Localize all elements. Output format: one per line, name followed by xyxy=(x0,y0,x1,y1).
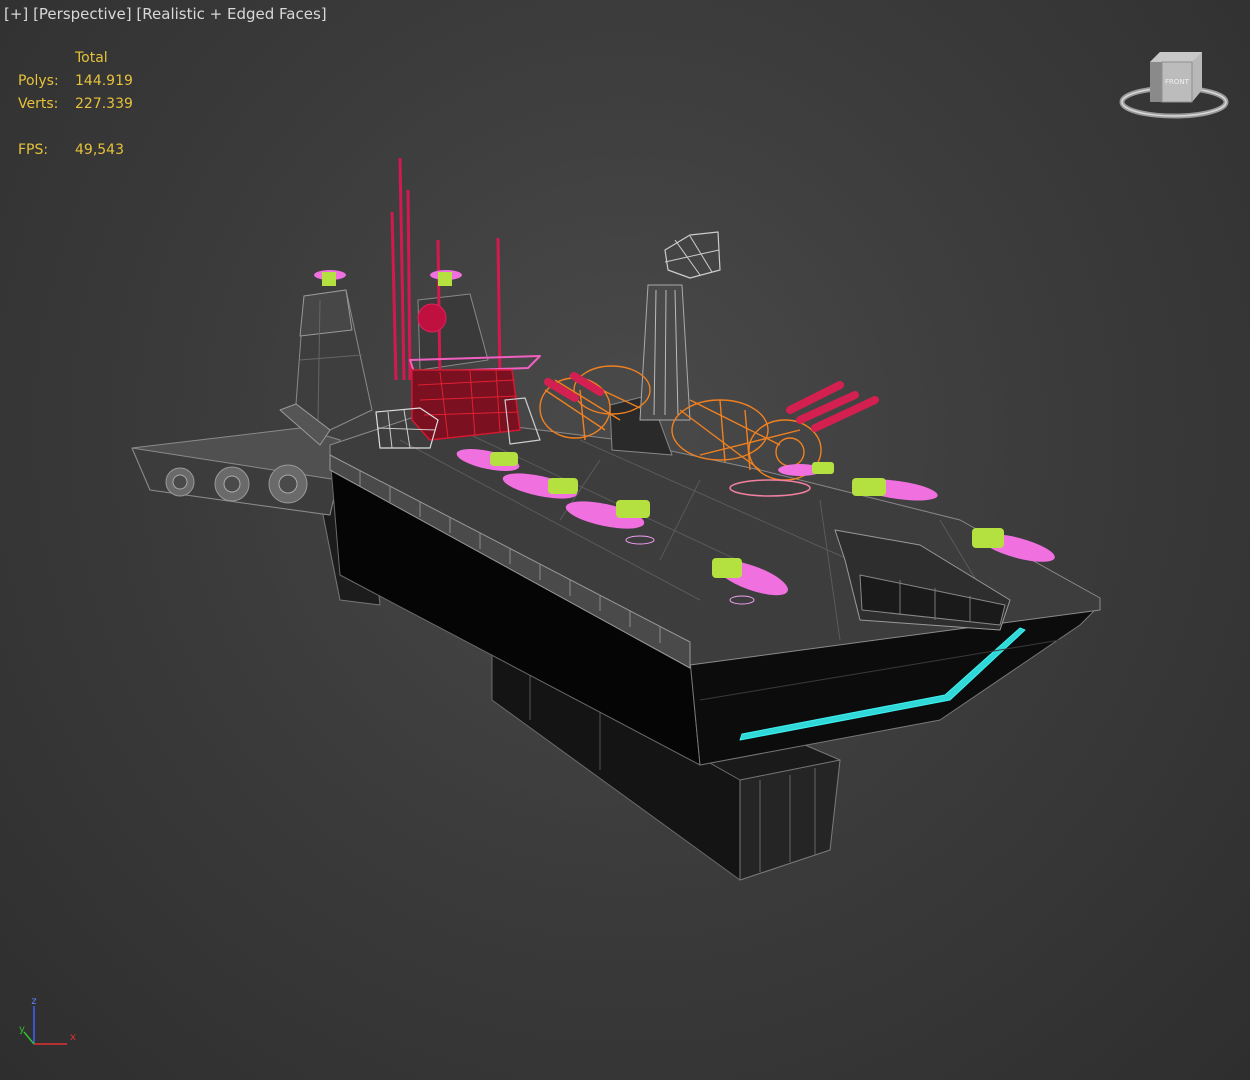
axis-tripod-icon: z x y xyxy=(19,996,76,1045)
model-viewport[interactable] xyxy=(0,0,1250,1080)
axis-x-label: x xyxy=(70,1032,76,1043)
spaceship-model xyxy=(131,157,1101,881)
axis-z-label: z xyxy=(31,996,36,1007)
axis-y-label: y xyxy=(19,1024,25,1035)
